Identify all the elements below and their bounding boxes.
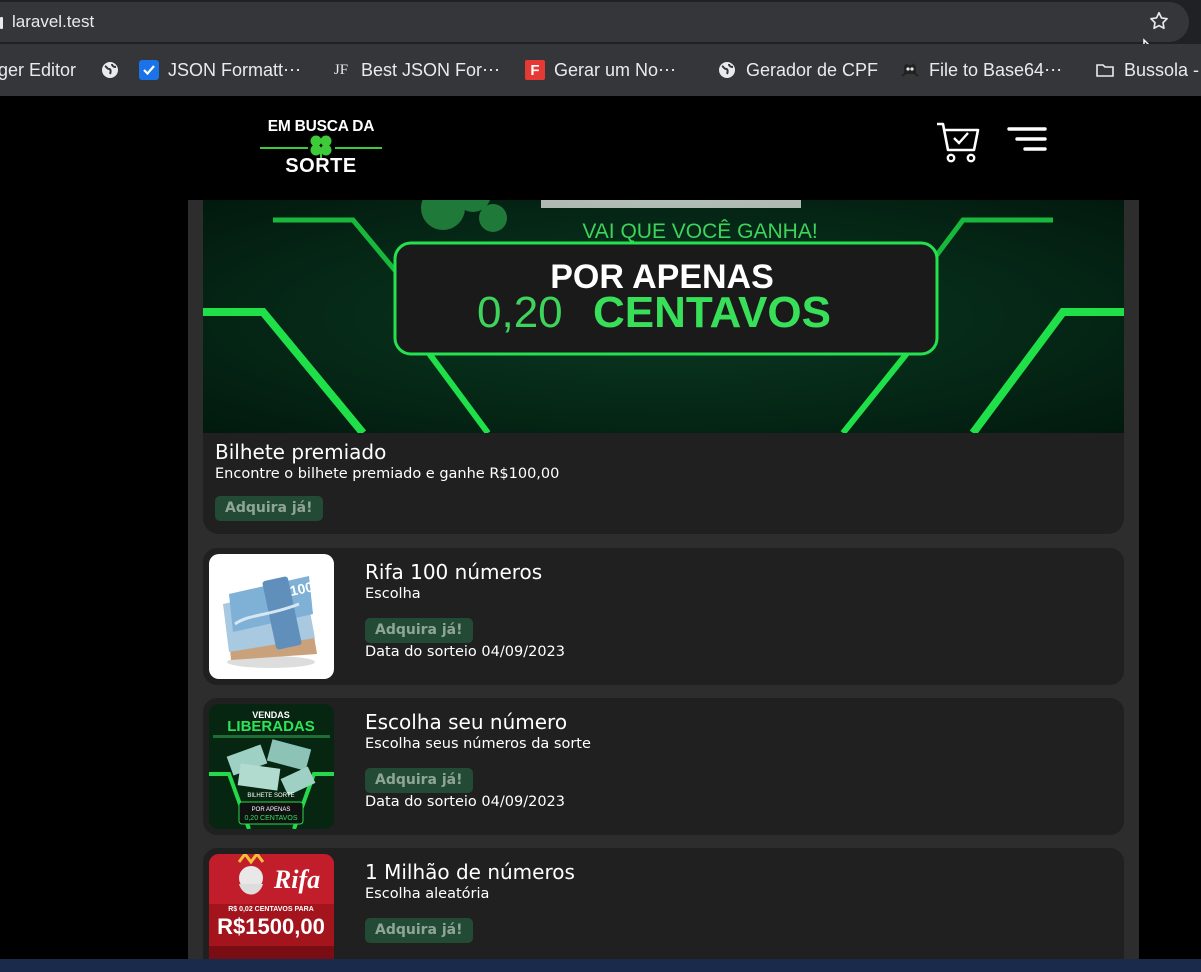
svg-text:0,20 CENTAVOS: 0,20 CENTAVOS bbox=[244, 815, 297, 822]
checkbox-icon bbox=[139, 60, 159, 80]
buy-button[interactable]: Adquira já! bbox=[365, 768, 473, 793]
site-header: EM BUSCA DA SORTE bbox=[0, 96, 1201, 200]
raffle-card[interactable]: VENDAS LIBERADAS BILHETE SORTE POR APENA… bbox=[203, 698, 1124, 835]
bookmark-label: File to Base64⋯ bbox=[929, 59, 1063, 80]
banner-tagline: VAI QUE VOCÊ GANHA! bbox=[582, 220, 817, 243]
svg-text:Rifa: Rifa bbox=[273, 865, 320, 894]
hamburger-menu-icon[interactable] bbox=[1006, 126, 1048, 154]
buy-button[interactable]: Adquira já! bbox=[215, 496, 323, 521]
f-icon: F bbox=[525, 60, 545, 80]
site-logo[interactable]: EM BUSCA DA SORTE bbox=[259, 116, 383, 180]
raffle-card[interactable]: 100 Rifa 100 números Escolha Adquira já!… bbox=[203, 548, 1124, 685]
bookmark-item[interactable]: File to Base64⋯ bbox=[900, 57, 1062, 83]
bookmark-label: Gerador de CPF bbox=[746, 59, 879, 80]
bookmark-item[interactable]: ger Editor bbox=[0, 57, 76, 83]
svg-text:POR APENAS: POR APENAS bbox=[252, 807, 291, 813]
buy-button[interactable]: Adquira já! bbox=[365, 918, 473, 943]
raffle-thumbnail: Rifa R$ 0,02 CENTAVOS PARA R$1500,00 bbox=[209, 854, 334, 960]
bookmark-star-icon[interactable] bbox=[1148, 10, 1170, 32]
vendas-liberadas-image: VENDAS LIBERADAS BILHETE SORTE POR APENA… bbox=[209, 704, 334, 829]
svg-text:BILHETE SORTE: BILHETE SORTE bbox=[247, 793, 294, 799]
globe-icon bbox=[719, 62, 735, 78]
banner-unit: CENTAVOS bbox=[593, 288, 831, 337]
logo-divider bbox=[335, 147, 382, 149]
raffle-title: Escolha seu número bbox=[365, 710, 568, 734]
address-bar[interactable]: laravel.test bbox=[0, 2, 1189, 42]
bookmarks-bar: ger Editor JSON Formatt⋯ JF Best JSON Fo… bbox=[0, 44, 1201, 96]
jf-icon: JF bbox=[333, 61, 349, 78]
bookmark-label: Best JSON For⋯ bbox=[361, 59, 501, 80]
logo-text-bottom: SORTE bbox=[285, 155, 357, 177]
draw-date: Data do sorteio 04/09/2023 bbox=[365, 794, 565, 810]
banner-price: 0,20 bbox=[477, 288, 563, 337]
raffle-subtitle: Escolha aleatória bbox=[365, 886, 490, 902]
bookmark-item[interactable]: JSON Formatt⋯ bbox=[139, 57, 301, 83]
featured-raffle-card[interactable]: VAI QUE VOCÊ GANHA! POR APENAS 0,20 CENT… bbox=[203, 200, 1124, 534]
cart-icon[interactable] bbox=[934, 120, 982, 164]
url-text[interactable]: laravel.test bbox=[12, 12, 94, 32]
robot-icon bbox=[901, 63, 919, 77]
bookmark-item[interactable]: Gerador de CPF bbox=[717, 57, 878, 83]
raffle-title: Rifa 100 números bbox=[365, 560, 543, 584]
os-taskbar bbox=[0, 959, 1201, 972]
raffle-list: VAI QUE VOCÊ GANHA! POR APENAS 0,20 CENT… bbox=[188, 200, 1139, 960]
raffle-card[interactable]: Rifa R$ 0,02 CENTAVOS PARA R$1500,00 1 M… bbox=[203, 848, 1124, 960]
bookmark-item[interactable]: Bussola - bbox=[1095, 57, 1199, 83]
raffle-subtitle: Escolha bbox=[365, 586, 421, 602]
svg-text:R$1500,00: R$1500,00 bbox=[217, 914, 325, 939]
raffle-subtitle: Escolha seus números da sorte bbox=[365, 736, 591, 752]
bookmark-label: ger Editor bbox=[0, 59, 77, 80]
bookmark-item[interactable]: JF Best JSON For⋯ bbox=[330, 57, 500, 83]
featured-subtitle: Encontre o bilhete premiado e ganhe R$10… bbox=[215, 466, 560, 482]
buy-button[interactable]: Adquira já! bbox=[365, 618, 473, 643]
money-bundle-image: 100 bbox=[223, 576, 317, 668]
rei-da-rifa-image: Rifa R$ 0,02 CENTAVOS PARA R$1500,00 bbox=[209, 854, 334, 960]
globe-icon bbox=[102, 62, 118, 78]
site-info-icon[interactable] bbox=[0, 17, 3, 29]
svg-text:LIBERADAS: LIBERADAS bbox=[227, 718, 315, 735]
bookmark-label: Bussola - bbox=[1124, 59, 1200, 80]
logo-divider bbox=[260, 147, 308, 149]
raffle-thumbnail: VENDAS LIBERADAS BILHETE SORTE POR APENA… bbox=[209, 704, 334, 829]
folder-icon bbox=[1096, 64, 1114, 77]
featured-title: Bilhete premiado bbox=[215, 440, 387, 464]
bookmark-label: JSON Formatt⋯ bbox=[168, 59, 302, 80]
bookmark-label: Gerar um No⋯ bbox=[554, 59, 677, 80]
raffle-title: 1 Milhão de números bbox=[365, 860, 575, 884]
svg-text:R$ 0,02 CENTAVOS PARA: R$ 0,02 CENTAVOS PARA bbox=[228, 906, 314, 913]
bookmark-item[interactable] bbox=[100, 57, 129, 83]
featured-banner: VAI QUE VOCÊ GANHA! POR APENAS 0,20 CENT… bbox=[203, 200, 1124, 433]
raffle-thumbnail: 100 bbox=[209, 554, 334, 679]
browser-toolbar: laravel.test bbox=[0, 0, 1201, 64]
bookmark-item[interactable]: F Gerar um No⋯ bbox=[525, 57, 676, 83]
draw-date: Data do sorteio 04/09/2023 bbox=[365, 644, 565, 660]
